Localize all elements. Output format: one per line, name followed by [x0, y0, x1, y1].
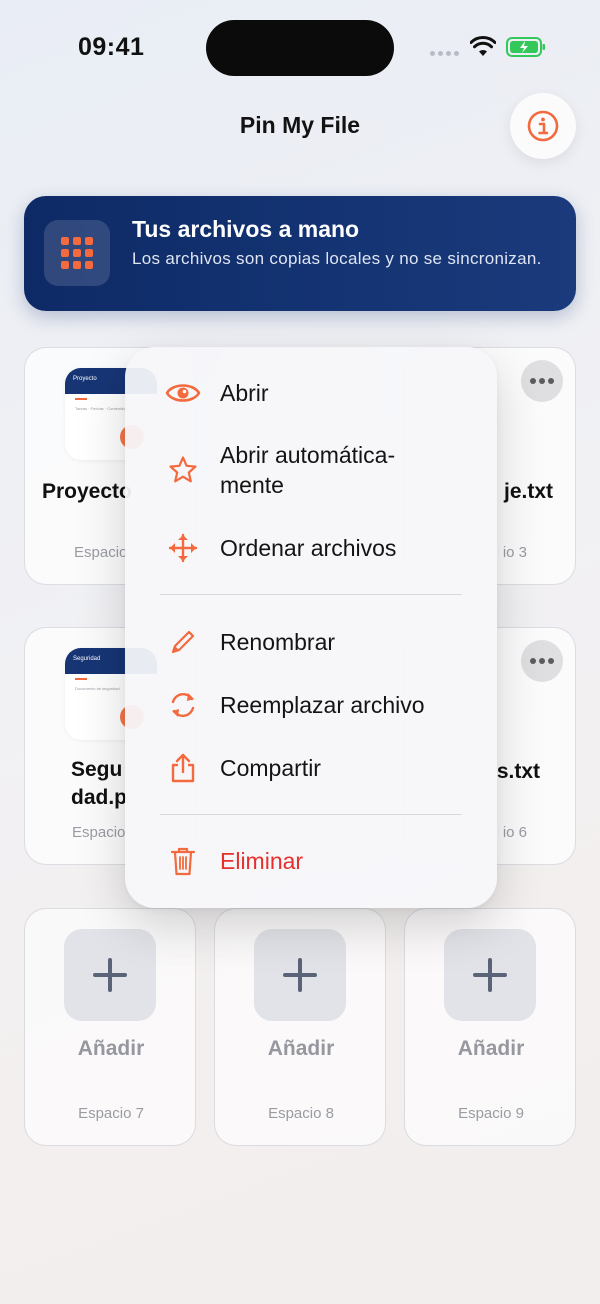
- banner-subtitle: Los archivos son copias locales y no se …: [132, 249, 542, 268]
- cellular-signal-icon: [430, 51, 459, 56]
- info-icon: [527, 110, 559, 142]
- grid-icon: [44, 220, 110, 286]
- add-slot[interactable]: Añadir Espacio 7: [24, 908, 196, 1146]
- menu-label: Eliminar: [220, 848, 304, 874]
- context-menu: Abrir Abrir automática- mente Ordenar ar…: [125, 347, 497, 908]
- more-button[interactable]: [521, 360, 563, 402]
- menu-divider: [160, 814, 462, 815]
- banner-title: Tus archivos a mano: [132, 216, 360, 242]
- menu-label: Reemplazar archivo: [220, 692, 425, 718]
- add-button[interactable]: [64, 929, 156, 1021]
- menu-label-line-1: Abrir automática-: [220, 442, 396, 468]
- trash-icon: [165, 843, 201, 879]
- plus-icon: [93, 958, 127, 992]
- menu-item-open[interactable]: Abrir: [125, 365, 497, 421]
- add-label: Añadir: [457, 1037, 525, 1060]
- space-label: io 3: [502, 544, 527, 561]
- add-label: Añadir: [77, 1037, 145, 1060]
- info-button[interactable]: [510, 93, 576, 159]
- move-icon: [165, 530, 201, 566]
- pencil-icon: [165, 624, 201, 660]
- battery-icon: [506, 37, 545, 57]
- star-icon: [165, 452, 201, 488]
- status-bar: 09:41: [0, 0, 600, 96]
- add-slot[interactable]: Añadir Espacio 8: [214, 908, 386, 1146]
- menu-label: Compartir: [220, 755, 321, 781]
- info-banner: Tus archivos a mano Los archivos son cop…: [24, 196, 576, 311]
- plus-icon: [473, 958, 507, 992]
- menu-divider: [160, 594, 462, 595]
- add-slot[interactable]: Añadir Espacio 9: [404, 908, 576, 1146]
- eye-icon: [165, 375, 201, 411]
- space-label: Espacio 8: [268, 1105, 334, 1122]
- wifi-icon: [470, 36, 496, 56]
- menu-label-line-2: mente: [220, 472, 284, 498]
- add-button[interactable]: [444, 929, 536, 1021]
- menu-item-share[interactable]: Compartir: [125, 740, 497, 796]
- add-label: Añadir: [267, 1037, 335, 1060]
- status-time: 09:41: [78, 33, 145, 61]
- menu-label: Ordenar archivos: [220, 535, 397, 561]
- menu-item-delete[interactable]: Eliminar: [125, 833, 497, 889]
- space-label: Espacio 9: [458, 1105, 524, 1122]
- menu-item-auto-open[interactable]: Abrir automática- mente: [125, 440, 497, 500]
- menu-label: Renombrar: [220, 629, 336, 655]
- menu-item-replace[interactable]: Reemplazar archivo: [125, 677, 497, 733]
- menu-item-rename[interactable]: Renombrar: [125, 614, 497, 670]
- more-button[interactable]: [521, 640, 563, 682]
- menu-item-sort[interactable]: Ordenar archivos: [125, 520, 497, 576]
- menu-label: Abrir: [220, 380, 269, 406]
- refresh-icon: [165, 687, 201, 723]
- space-label: io 6: [502, 824, 527, 841]
- add-button[interactable]: [254, 929, 346, 1021]
- file-name: je.txt: [503, 480, 553, 503]
- space-label: Espacio 7: [78, 1105, 144, 1122]
- share-icon: [165, 750, 201, 786]
- dynamic-island: [206, 20, 394, 76]
- plus-icon: [283, 958, 317, 992]
- file-name: s.txt: [496, 760, 540, 783]
